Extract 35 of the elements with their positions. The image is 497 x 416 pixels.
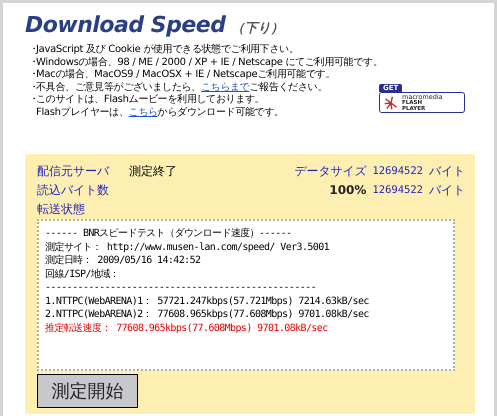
result-line: 2.NTTPC(WebARENA)2： 77608.965kbps(77.608Mbps) 9701.08kB/sec [45,308,370,322]
byte-count: 12694522 [372,164,423,179]
percent-value: 100% [328,182,366,198]
bullet: ・ [29,69,36,82]
result-line: 推定転送速度： 77608.965kbps(77.608Mbps) 9701.08kB/sec [45,322,329,335]
status-label: 配信元サーバ [37,163,110,179]
page-title: Download Speed [25,13,226,38]
byte-count: 12694522 [372,183,423,198]
text-link[interactable]: こちらまで [200,82,250,93]
bullet: ・ [29,94,36,107]
note-text: Flashプレイヤーは、こちらからダウンロード可能です。 [36,106,284,120]
result-line: -------------------------------------------------- [45,281,318,294]
page-subtitle: （下り） [231,20,284,37]
unit-label: バイト [429,163,465,179]
status-label: データサイズ [294,163,366,179]
start-button[interactable]: 測定開始 [37,374,138,408]
status-label: 読込バイト数 [37,182,110,198]
note-text: このサイトは、Flashムービーを利用しております。 [36,94,264,106]
status-label: 転送状態 [37,201,86,217]
note-text: Windowsの場合、98 / ME / 2000 / XP + IE / Netscape にてご利用可能です。 [36,56,383,68]
unit-label: バイト [429,182,465,198]
bullet: ・ [29,82,36,94]
note-text: JavaScript 及び Cookie が使用できる状態でご利用下さい。 [36,44,299,57]
note-text: 不具合、ご意見等がございましたら、こちらまでご報告ください。 [36,82,328,94]
result-line: ------ BNRスピードテスト（ダウンロード速度）------ [45,227,293,240]
status-value: 測定終了 [129,163,178,179]
result-line: 測定日時： 2009/05/16 14:42:52 [45,254,202,268]
bullet: ・ [29,56,36,70]
note-text: Macの場合、MacOS9 / MacOSX + IE / Netscapeご利用可能です。 [36,69,335,82]
bullet: ・ [29,44,36,57]
text-link[interactable]: こちら [128,106,158,118]
starburst-icon [384,96,398,110]
result-line: 回線/ISP/地域： [45,268,120,281]
result-line: 1.NTTPC(WebARENA)1： 57721.247kbps(57.721Mbps) 7214.63kB/sec [45,294,370,308]
result-line: 測定サイト： http://www.musen-lan.com/speed/ Ver3.5001 [45,240,330,254]
